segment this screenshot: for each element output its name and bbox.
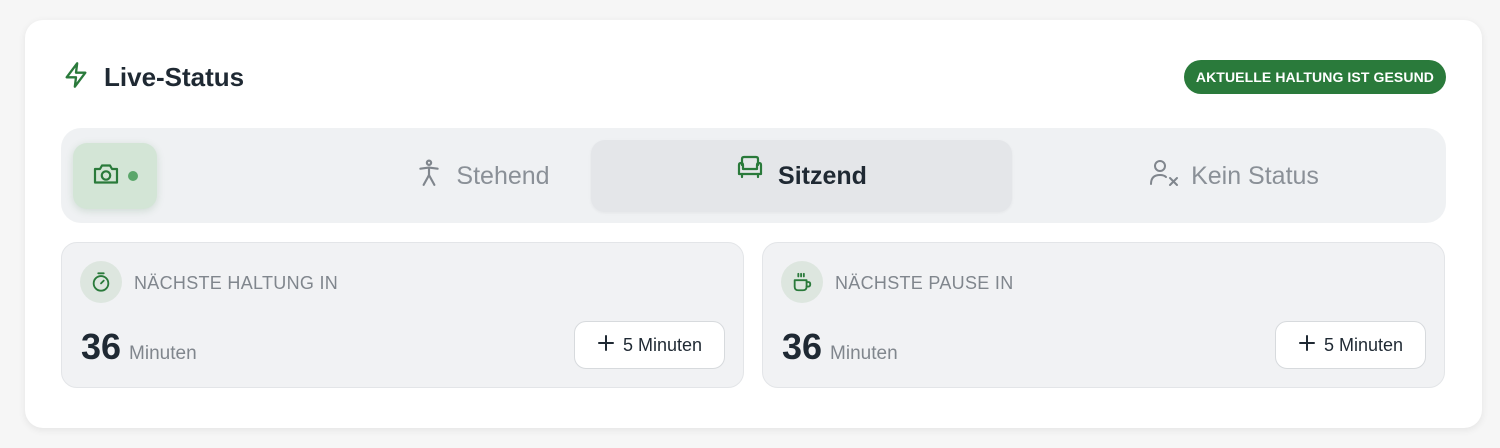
camera-toggle-button[interactable] [73,143,157,209]
option-label: Sitzend [778,161,867,190]
card-header: Live-Status [62,61,244,94]
camera-icon [92,162,120,191]
plus-icon [1298,334,1316,357]
countdown-number: 36 [81,326,122,367]
armchair-icon [736,154,764,187]
countdown-unit: Minuten [129,343,197,364]
countdown-number: 36 [782,326,823,367]
option-kein-status[interactable]: Kein Status [1034,140,1434,212]
posture-status-badge: AKTUELLE HALTUNG IST GESUND [1183,60,1446,94]
add-5-minutes-posture-button[interactable]: 5 Minuten [574,321,725,369]
plus-icon [597,334,615,357]
next-break-panel: NÄCHSTE PAUSE IN 36 Minuten 5 Minuten [762,242,1445,388]
panel-label: NÄCHSTE PAUSE IN [835,273,1014,293]
countdown-unit: Minuten [830,343,898,364]
live-status-card: Live-Status AKTUELLE HALTUNG IST GESUND [25,20,1482,428]
countdown-value: 36 Minuten [81,326,197,368]
posture-selector: Stehend Sitzend Kein Status [61,128,1446,223]
stopwatch-icon [80,261,122,303]
countdown-value: 36 Minuten [782,326,898,368]
add-5-minutes-break-button[interactable]: 5 Minuten [1275,321,1426,369]
camera-active-indicator [128,171,138,181]
button-label: 5 Minuten [622,334,703,355]
next-posture-panel: NÄCHSTE HALTUNG IN 36 Minuten 5 Minuten [61,242,744,388]
panel-label: NÄCHSTE HALTUNG IN [134,273,339,293]
card-title: Live-Status [104,62,245,92]
standing-person-icon [416,159,442,194]
option-label: Kein Status [1191,161,1319,190]
coffee-cup-icon [781,261,823,303]
lightning-icon [62,61,90,94]
person-x-icon [1149,158,1181,195]
button-label: 5 Minuten [1323,334,1404,355]
option-sitzend[interactable]: Sitzend [591,140,1012,212]
option-label: Stehend [456,161,550,190]
